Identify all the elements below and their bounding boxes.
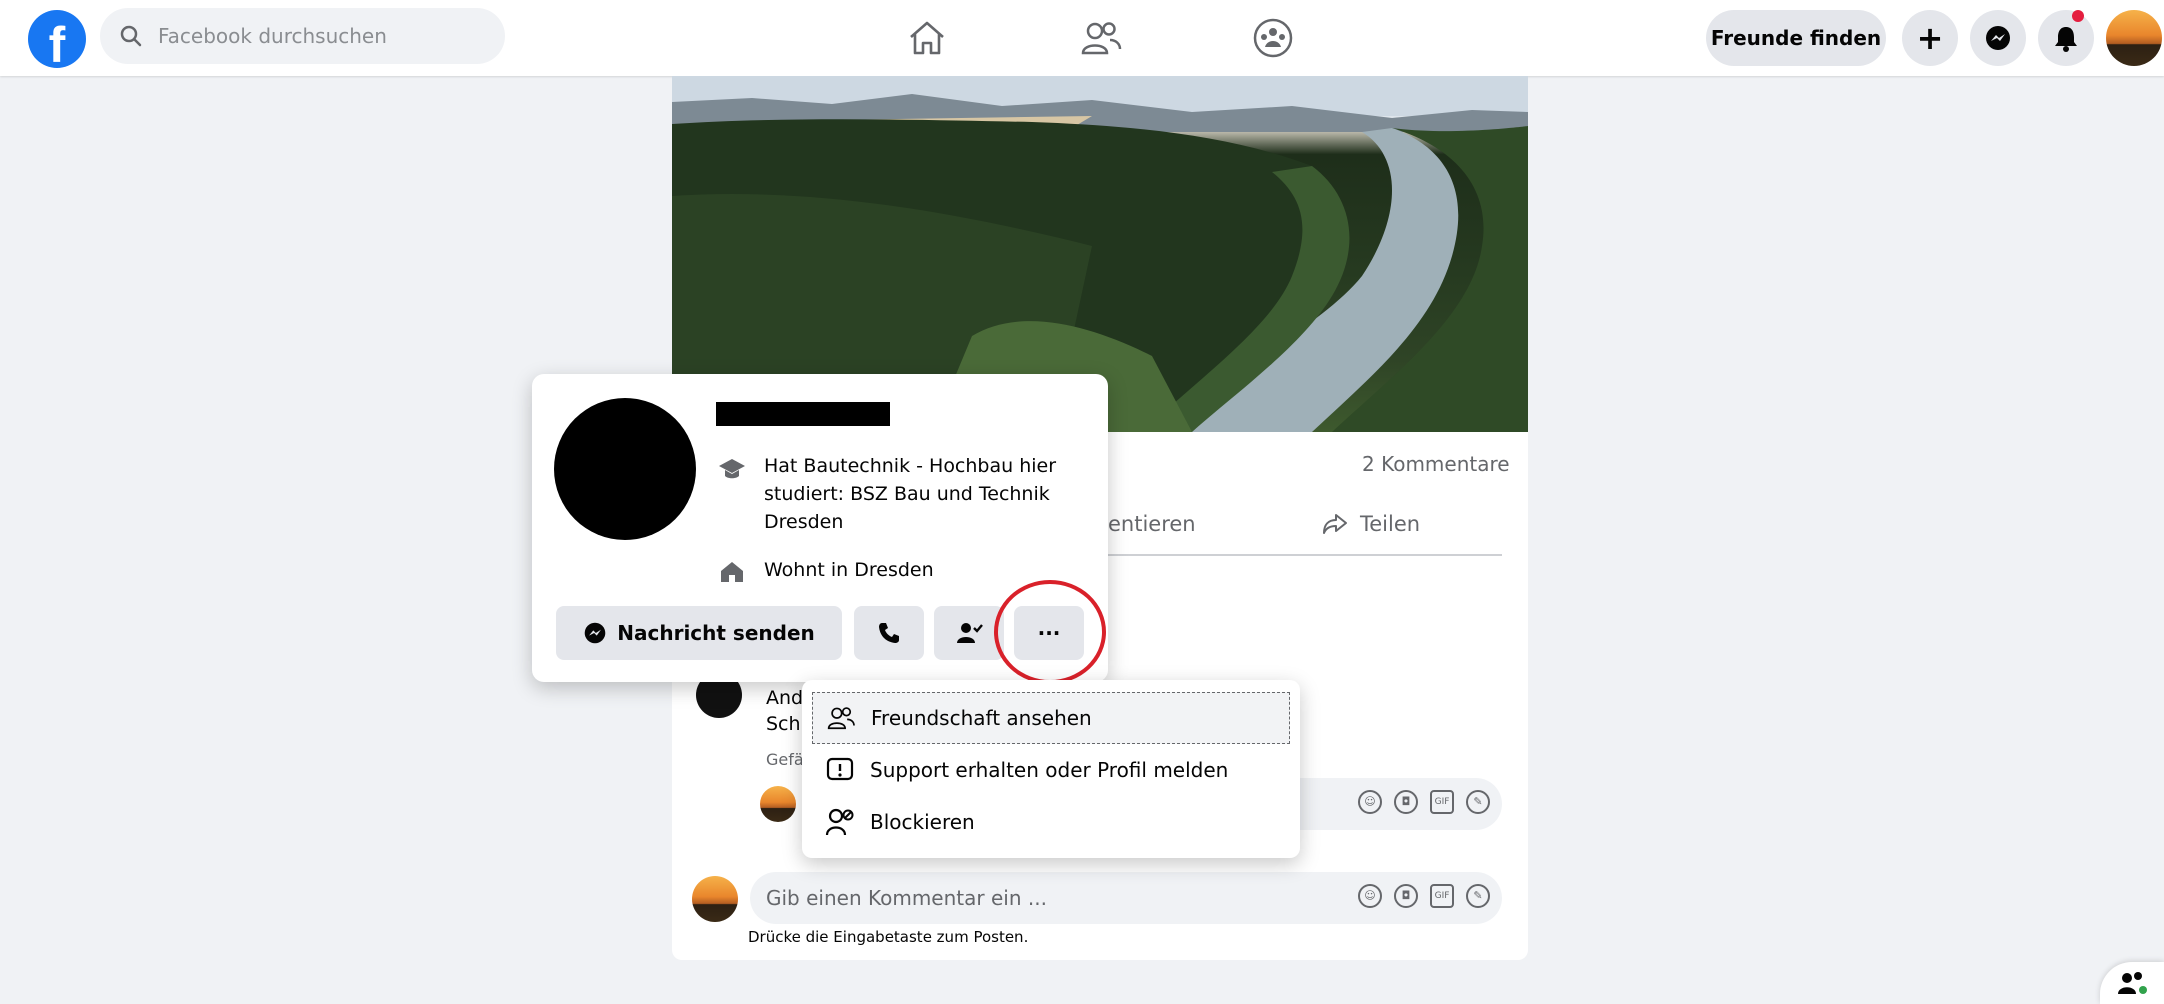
comment-action-label: entieren — [1108, 512, 1196, 536]
education-line-2: studiert: BSZ Bau und Technik — [764, 483, 1050, 505]
education-line-1: Hat Bautechnik - Hochbau hier — [764, 455, 1057, 477]
residence-city[interactable]: Dresden — [854, 559, 933, 581]
bell-icon — [2055, 27, 2077, 52]
send-message-button[interactable]: Nachricht senden — [556, 606, 842, 660]
phone-icon — [879, 623, 899, 643]
sticker-icon[interactable]: ✎ — [1466, 790, 1490, 814]
notifications-button[interactable] — [2038, 10, 2094, 66]
top-navigation-bar: f Freunde finden + — [0, 0, 2164, 76]
comment-text-line1: And — [766, 687, 804, 709]
facebook-logo[interactable]: f — [28, 10, 86, 68]
comment-input[interactable]: Gib einen Kommentar ein ... ☺ ◘ GIF ✎ — [750, 872, 1502, 924]
camera-icon[interactable]: ◘ — [1394, 790, 1418, 814]
report-icon — [826, 757, 854, 781]
profile-name-redacted[interactable] — [716, 402, 890, 426]
messenger-icon — [1986, 26, 2010, 50]
call-button[interactable] — [854, 606, 924, 660]
menu-item-label: Support erhalten oder Profil melden — [870, 758, 1229, 782]
comment-input-icons: ☺ ◘ GIF ✎ — [1358, 884, 1490, 908]
comments-count[interactable]: 2 Kommentare — [1362, 452, 1510, 476]
menu-item-view-friendship[interactable]: Freundschaft ansehen — [812, 692, 1290, 744]
emoji-icon[interactable]: ☺ — [1358, 884, 1382, 908]
residence-prefix: Wohnt in — [764, 559, 855, 581]
messenger-icon — [584, 622, 606, 644]
share-label: Teilen — [1360, 512, 1421, 536]
find-friends-button[interactable]: Freunde finden — [1706, 10, 1886, 66]
gif-icon[interactable]: GIF — [1430, 884, 1454, 908]
create-button[interactable]: + — [1902, 10, 1958, 66]
comment-action[interactable]: entieren — [1108, 512, 1196, 536]
house-icon — [721, 562, 743, 582]
residence-row: Wohnt in Dresden — [716, 556, 934, 584]
contacts-fab[interactable] — [2100, 962, 2164, 1004]
emoji-icon[interactable]: ☺ — [1358, 790, 1382, 814]
comment-placeholder: Gib einen Kommentar ein ... — [766, 886, 1047, 910]
my-avatar — [692, 876, 738, 922]
education-line-3: Dresden — [764, 511, 844, 533]
block-user-icon — [825, 808, 854, 836]
share-action[interactable]: Teilen — [1322, 512, 1420, 536]
menu-item-block[interactable]: Blockieren — [812, 796, 1290, 848]
reply-input-icons: ☺ ◘ GIF ✎ — [1358, 790, 1490, 814]
menu-item-support-report[interactable]: Support erhalten oder Profil melden — [812, 744, 1290, 796]
comment-text-line2: Sch — [766, 713, 801, 735]
search-icon — [120, 25, 142, 47]
home-icon[interactable] — [902, 14, 952, 62]
comment-meta: Gefä — [766, 750, 804, 769]
reply-avatar — [760, 786, 796, 822]
education-row: Hat Bautechnik - Hochbau hier studiert: … — [716, 452, 1056, 536]
messenger-button[interactable] — [1970, 10, 2026, 66]
account-avatar[interactable] — [2106, 10, 2162, 66]
enter-to-post-hint: Drücke die Eingabetaste zum Posten. — [748, 928, 1029, 946]
camera-icon[interactable]: ◘ — [1394, 884, 1418, 908]
search-box[interactable] — [100, 8, 505, 64]
new-room-icon — [2118, 972, 2147, 994]
menu-item-label: Blockieren — [870, 810, 975, 834]
search-input[interactable] — [156, 23, 480, 49]
gif-icon[interactable]: GIF — [1430, 790, 1454, 814]
friend-check-icon — [957, 623, 983, 643]
groups-nav-icon[interactable] — [1248, 14, 1298, 62]
send-message-label: Nachricht senden — [617, 621, 815, 645]
profile-avatar[interactable] — [554, 398, 696, 540]
friends-icon — [827, 707, 855, 730]
notification-dot — [2072, 10, 2084, 22]
share-icon — [1323, 514, 1347, 534]
highlight-circle — [994, 580, 1106, 684]
sticker-icon[interactable]: ✎ — [1466, 884, 1490, 908]
graduation-cap-icon — [719, 459, 745, 479]
plus-icon: + — [1916, 19, 1944, 57]
friends-nav-icon[interactable] — [1076, 14, 1126, 62]
menu-item-label: Freundschaft ansehen — [871, 706, 1092, 730]
